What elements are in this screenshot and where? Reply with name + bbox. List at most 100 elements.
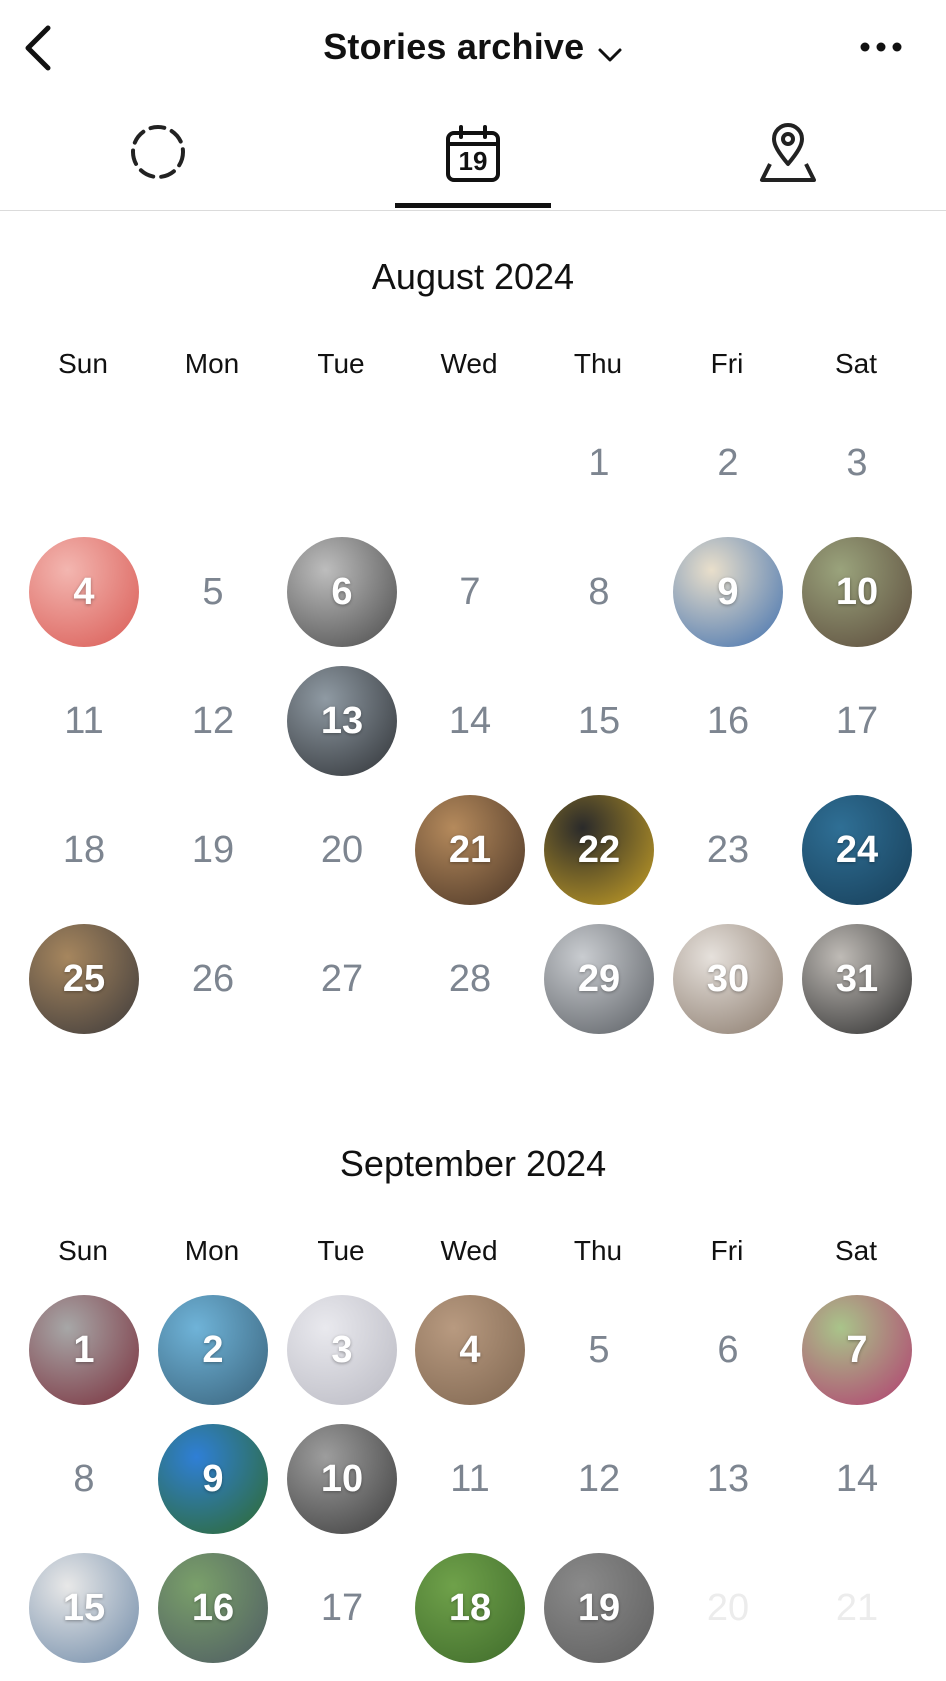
calendar-day-cell: 28 <box>415 924 525 1034</box>
calendar-day-cell: 17 <box>802 666 912 776</box>
calendar-day-cell: 27 <box>287 924 397 1034</box>
calendar-day-cell: 12 <box>158 666 268 776</box>
calendar-day-cell: 8 <box>29 1424 139 1534</box>
calendar-day-cell: 20 <box>673 1553 783 1663</box>
day-number: 2 <box>202 1328 224 1371</box>
weekday-tue: Tue <box>317 348 365 379</box>
day-number: 1 <box>588 441 610 484</box>
story-day-cell[interactable]: 24 <box>802 795 912 905</box>
calendar-day-cell: 21 <box>802 1553 912 1663</box>
weekday-thu: Thu <box>573 1235 623 1266</box>
story-day-cell[interactable]: 9 <box>673 537 783 647</box>
tab-calendar[interactable]: 19 <box>383 100 563 208</box>
story-day-cell[interactable]: 25 <box>29 924 139 1034</box>
calendar-day-cell: 26 <box>158 924 268 1034</box>
tab-selected-indicator <box>395 203 551 208</box>
day-number: 6 <box>717 1328 739 1371</box>
story-day-cell[interactable]: 6 <box>287 537 397 647</box>
day-number: 4 <box>73 570 95 613</box>
story-day-cell[interactable]: 31 <box>802 924 912 1034</box>
weekday-sat: Sat <box>834 348 878 379</box>
day-number: 25 <box>62 957 106 1000</box>
story-day-cell[interactable]: 15 <box>29 1553 139 1663</box>
day-number: 5 <box>202 570 224 613</box>
calendar-day-cell: 14 <box>802 1424 912 1534</box>
day-number: 23 <box>706 828 750 871</box>
calendar-day-cell: 5 <box>544 1295 654 1405</box>
story-day-cell[interactable]: 22 <box>544 795 654 905</box>
day-number: 21 <box>835 1586 879 1629</box>
story-day-cell[interactable]: 10 <box>287 1424 397 1534</box>
story-day-cell[interactable]: 2 <box>158 1295 268 1405</box>
day-number: 26 <box>191 957 235 1000</box>
story-day-cell[interactable]: 4 <box>415 1295 525 1405</box>
more-options-icon[interactable] <box>858 36 904 58</box>
story-day-cell[interactable]: 4 <box>29 537 139 647</box>
day-number: 7 <box>459 570 481 613</box>
day-number: 27 <box>320 957 364 1000</box>
story-day-cell[interactable]: 19 <box>544 1553 654 1663</box>
calendar-day-cell: 23 <box>673 795 783 905</box>
tab-map[interactable] <box>698 100 878 208</box>
day-number: 31 <box>835 957 879 1000</box>
day-number: 11 <box>64 699 104 742</box>
calendar-day-cell: 7 <box>415 537 525 647</box>
day-number: 14 <box>448 699 492 742</box>
day-number: 24 <box>835 828 879 871</box>
day-number: 3 <box>331 1328 353 1371</box>
calendar-day-cell: 15 <box>544 666 654 776</box>
day-number: 8 <box>588 570 610 613</box>
weekday-sun: Sun <box>58 348 108 379</box>
story-day-cell[interactable]: 9 <box>158 1424 268 1534</box>
story-day-cell[interactable]: 7 <box>802 1295 912 1405</box>
calendar-icon-day: 19 <box>458 146 488 176</box>
dashed-circle-icon <box>128 122 188 187</box>
day-number: 17 <box>835 699 879 742</box>
day-number: 15 <box>577 699 621 742</box>
story-day-cell[interactable]: 1 <box>29 1295 139 1405</box>
title-dropdown[interactable]: Stories archive <box>0 26 946 68</box>
day-number: 12 <box>191 699 235 742</box>
story-day-cell[interactable]: 3 <box>287 1295 397 1405</box>
weekday-thu: Thu <box>573 348 623 379</box>
story-day-cell[interactable]: 18 <box>415 1553 525 1663</box>
story-day-cell[interactable]: 16 <box>158 1553 268 1663</box>
day-number: 18 <box>62 828 106 871</box>
calendar-day-cell: 2 <box>673 408 783 518</box>
day-number: 13 <box>706 1457 750 1500</box>
day-number: 2 <box>717 441 739 484</box>
day-number: 16 <box>706 699 750 742</box>
day-number: 10 <box>320 1457 364 1500</box>
day-number: 22 <box>577 828 621 871</box>
day-number: 8 <box>73 1457 95 1500</box>
calendar-day-cell: 5 <box>158 537 268 647</box>
chevron-down-icon <box>597 46 623 64</box>
archive-tabs: 19 <box>0 100 946 211</box>
day-number: 11 <box>450 1457 490 1500</box>
day-number: 16 <box>191 1586 235 1629</box>
day-number: 30 <box>706 957 750 1000</box>
calendar-day-cell: 16 <box>673 666 783 776</box>
day-number: 10 <box>835 570 879 613</box>
story-day-cell[interactable]: 10 <box>802 537 912 647</box>
weekday-tue: Tue <box>317 1235 365 1266</box>
story-day-cell[interactable]: 29 <box>544 924 654 1034</box>
weekday-sat: Sat <box>834 1235 878 1266</box>
story-day-cell[interactable]: 30 <box>673 924 783 1034</box>
weekday-sun: Sun <box>58 1235 108 1266</box>
calendar-day-cell: 20 <box>287 795 397 905</box>
month-title-september: September 2024 <box>339 1143 607 1184</box>
calendar-day-cell: 18 <box>29 795 139 905</box>
day-number: 12 <box>577 1457 621 1500</box>
story-day-cell[interactable]: 13 <box>287 666 397 776</box>
page-title: Stories archive <box>323 26 585 67</box>
weekday-wed: Wed <box>440 348 498 379</box>
calendar-day-cell: 1 <box>544 408 654 518</box>
day-number: 19 <box>577 1586 621 1629</box>
story-day-cell[interactable]: 21 <box>415 795 525 905</box>
tab-stories[interactable] <box>68 100 248 208</box>
month-title-august: August 2024 <box>371 256 575 297</box>
day-number: 18 <box>448 1586 492 1629</box>
day-number: 17 <box>320 1586 364 1629</box>
map-pin-icon <box>758 120 818 189</box>
